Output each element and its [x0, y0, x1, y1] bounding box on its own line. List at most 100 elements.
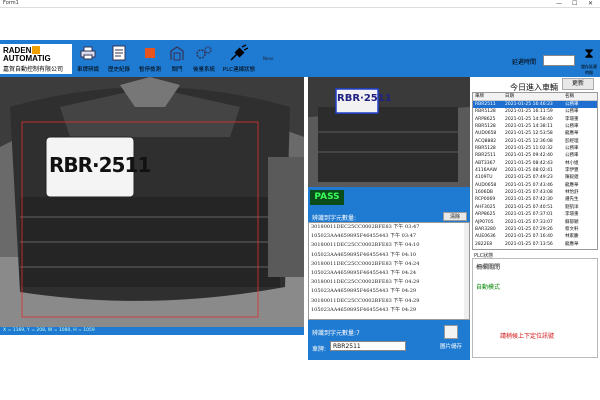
- cell-plate: AHF3025: [475, 204, 496, 210]
- cell-plate: ACQ8882: [475, 138, 497, 144]
- table-row[interactable]: RCP0069 2021-01-25 07:42:30 鍾先生: [473, 196, 597, 203]
- refresh-button[interactable]: 更新: [562, 78, 594, 90]
- log-row: 30180011DEC25CC0002BFE83 下午 04:29: [311, 297, 420, 304]
- plate-label: 車牌:: [312, 346, 327, 353]
- cell-name: 陳毅錕: [565, 175, 579, 181]
- cell-plate: AUE0636: [475, 234, 496, 240]
- delay-time-label: 延遲時間: [512, 59, 537, 66]
- cell-date: 2021-01-25 07:37:01: [505, 212, 553, 218]
- char-count-label: 辨識到字元數量:: [312, 215, 357, 222]
- table-row[interactable]: RBR5128 2021-01-25 11:02:32 公務車: [473, 145, 597, 152]
- cell-name: 公務車: [565, 153, 579, 159]
- cell-date: 2021-01-25 09:42:40: [505, 153, 553, 159]
- gate-icon: [166, 44, 188, 62]
- plc-message: 請稍候上下定位訊號: [500, 333, 555, 340]
- maximize-button[interactable]: ☐: [572, 0, 577, 7]
- plug-icon: [222, 44, 256, 62]
- cell-plate: ARP8625: [475, 116, 496, 122]
- cell-name: 蘇郁穎: [565, 219, 579, 225]
- table-row[interactable]: RBR5128 2021-01-25 16:11:59 公務車: [473, 108, 597, 115]
- plc-status-label: PLC連線狀態: [222, 67, 256, 73]
- pause-detection-button[interactable]: 暫停檢測: [137, 44, 163, 74]
- col-name: 名稱: [565, 94, 574, 99]
- plc-status-box: [472, 258, 598, 358]
- gate-button[interactable]: 閘門: [166, 44, 188, 74]
- table-row[interactable]: AUD0658 2021-01-25 07:43:46 龍應華: [473, 182, 597, 189]
- cell-name: 公務車: [565, 124, 579, 130]
- cell-plate: RBR2511: [475, 102, 496, 107]
- cell-name: 李璟重: [565, 116, 579, 122]
- table-row[interactable]: RBR5128 2021-01-25 14:38:11 公務車: [473, 123, 597, 130]
- table-row[interactable]: AUD0658 2021-01-25 12:53:58 龍應華: [473, 130, 597, 137]
- save-image-label: 圖片儲存: [439, 344, 462, 350]
- cell-name: 龍應華: [565, 241, 579, 247]
- table-row[interactable]: AHF3025 2021-01-25 07:40:51 劉凱洋: [473, 204, 597, 211]
- hourglass-icon: ⧗: [584, 46, 594, 62]
- table-row[interactable]: RBR2511 2021-01-25 16:46:23 公務車: [473, 101, 597, 109]
- plc-status-button[interactable]: PLC連線狀態: [222, 44, 256, 74]
- document-icon: [106, 44, 132, 62]
- table-row[interactable]: ABT3367 2021-01-25 08:42:43 林小姐: [473, 160, 597, 167]
- log-row: 30180011DEC25CC0002BFE83 下午 03:47: [311, 224, 420, 230]
- cell-name: 李伊豐: [565, 168, 579, 174]
- table-row[interactable]: 2822E8 2021-01-25 07:13:56 龍應華: [473, 241, 597, 248]
- main-plate-text: RBR·2511: [49, 153, 151, 177]
- cell-date: 2021-01-25 07:43:08: [505, 190, 553, 196]
- save-delay-button[interactable]: ⧗ 儲存延遲時間: [580, 46, 598, 75]
- log-row: 30180011DEC25CC0002BFE83 下午 04:29: [311, 279, 420, 286]
- cell-name: 林怡舒: [565, 190, 579, 196]
- save-image-button[interactable]: 圖片儲存: [436, 322, 466, 356]
- table-row[interactable]: 4109TU 2021-01-25 07:49:23 陳毅錕: [473, 174, 597, 181]
- gears-icon: [190, 44, 218, 62]
- delay-time-input[interactable]: [543, 55, 575, 66]
- plate-camera-view: RBR·2511: [308, 77, 470, 187]
- log-row: 30180011DEC25CC0002BFE83 下午 04:10: [311, 242, 420, 249]
- cell-name: 李璟重: [565, 212, 579, 218]
- cell-plate: 4116AAW: [475, 168, 497, 174]
- cell-plate: ABT3367: [475, 160, 496, 166]
- log-row: 105023AA4659895F46455443 下午 04:29: [311, 288, 417, 295]
- cell-name: 公務車: [565, 146, 579, 152]
- cell-date: 2021-01-25 16:11:59: [505, 109, 553, 115]
- cell-plate: RBR5128: [475, 124, 496, 130]
- table-row[interactable]: ACQ8882 2021-01-25 12:36:08 彭經理: [473, 138, 597, 145]
- cell-plate: AJP0705: [475, 219, 494, 225]
- table-row[interactable]: BAR3280 2021-01-25 07:29:26 蔡文軒: [473, 226, 597, 233]
- table-row[interactable]: 4116AAW 2021-01-25 08:02:41 李伊豐: [473, 167, 597, 174]
- cell-date: 2021-01-25 14:38:11: [505, 124, 553, 130]
- title-bar: Form1 — ☐ ✕: [0, 0, 600, 8]
- close-button[interactable]: ✕: [588, 0, 593, 7]
- sub-plate-text: RBR·2511: [337, 93, 392, 104]
- minimize-button[interactable]: —: [556, 0, 562, 7]
- plate-input[interactable]: RBR2511: [330, 341, 406, 351]
- clear-button[interactable]: 清除: [443, 212, 467, 221]
- cell-date: 2021-01-25 07:49:23: [505, 175, 553, 181]
- table-row[interactable]: AUE0636 2021-01-25 07:16:40 林家慶: [473, 233, 597, 240]
- table-row[interactable]: ARP8625 2021-01-25 07:37:01 李璟重: [473, 211, 597, 218]
- cell-plate: RBR2511: [475, 153, 496, 159]
- cell-name: 公務車: [565, 102, 579, 107]
- logo-line2: AUTOMATIG: [3, 54, 51, 63]
- col-plate: 車牌: [475, 94, 484, 99]
- cell-name: 劉凱洋: [565, 204, 579, 210]
- backend-system-button[interactable]: 後臺系統: [190, 44, 218, 74]
- table-row[interactable]: 1606DB 2021-01-25 07:43:08 林怡舒: [473, 189, 597, 196]
- cell-date: 2021-01-25 11:02:32: [505, 146, 553, 152]
- history-button[interactable]: 歷史紀錄: [106, 44, 132, 74]
- log-row: 30180011DEC25CC0002BFE83 下午 04:24: [311, 260, 420, 267]
- log-row: 105023AA4659895F46455443 下午 04:24: [311, 269, 417, 276]
- cell-date: 2021-01-25 12:53:58: [505, 131, 553, 137]
- vehicle-table: 車牌 日期 名稱 RBR2511 2021-01-25 16:46:23 公務車 RB…: [472, 92, 598, 250]
- cell-plate: AUD0658: [475, 131, 497, 137]
- table-row[interactable]: RBR2511 2021-01-25 09:42:40 公務車: [473, 152, 597, 159]
- cell-name: 鍾先生: [565, 197, 579, 203]
- cell-plate: RCP0069: [475, 197, 496, 203]
- cell-plate: RBR5128: [475, 146, 496, 152]
- log-scrollbar[interactable]: [464, 223, 469, 319]
- table-row[interactable]: AJP0705 2021-01-25 07:33:07 蘇郁穎: [473, 219, 597, 226]
- plate-recognition-button[interactable]: 車牌辨識: [76, 44, 100, 74]
- cell-name: 林小姐: [565, 160, 579, 166]
- cell-name: 彭經理: [565, 138, 579, 144]
- table-row[interactable]: ARP8625 2021-01-25 14:58:40 李璟重: [473, 116, 597, 123]
- cell-plate: BAR3280: [475, 226, 496, 232]
